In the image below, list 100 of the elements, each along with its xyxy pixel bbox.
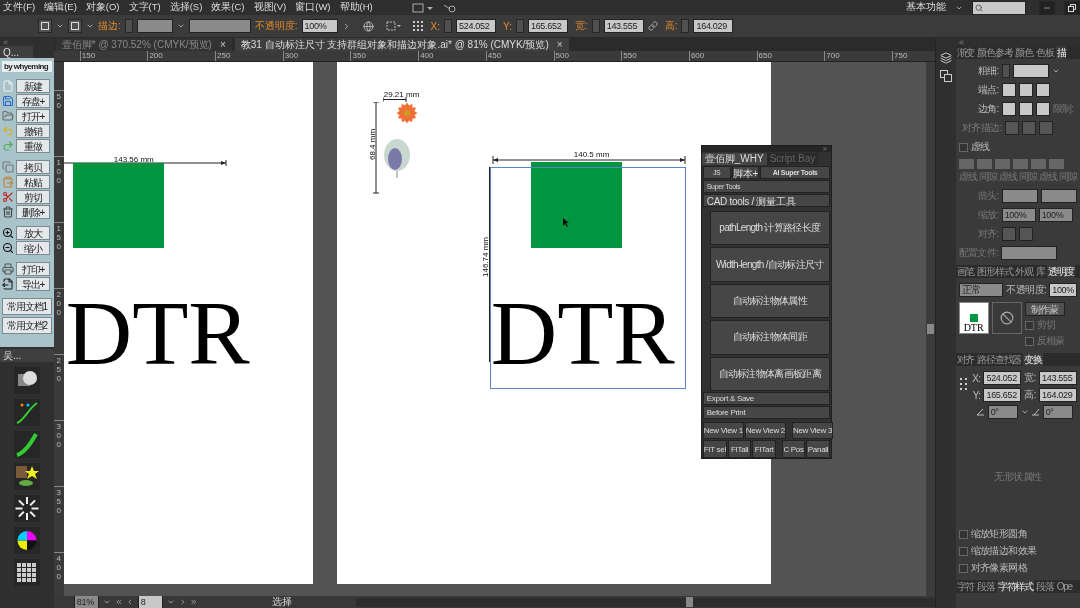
- vertical-scrollbar[interactable]: [925, 62, 935, 596]
- link-icon[interactable]: [647, 21, 658, 31]
- toolbar-button[interactable]: 撤销: [16, 124, 50, 138]
- opacity-field[interactable]: 100%: [1049, 283, 1077, 297]
- toolbar-button[interactable]: 删除+: [16, 205, 50, 219]
- fit-button[interactable]: C Pos: [781, 440, 806, 458]
- checkbox[interactable]: [958, 529, 968, 539]
- menu-item[interactable]: 帮助(H): [339, 1, 373, 14]
- layers-icon[interactable]: [939, 52, 952, 64]
- collapse-icon[interactable]: [2, 38, 9, 46]
- panel-tab[interactable]: 库: [1035, 265, 1046, 278]
- coordinate-field[interactable]: 164.029: [693, 19, 734, 33]
- tool-button[interactable]: Width-length /自动标注尺寸: [709, 247, 830, 282]
- variable-width-field[interactable]: [188, 19, 251, 33]
- stepper[interactable]: [681, 19, 690, 33]
- toolbar-button[interactable]: 导出+: [16, 277, 50, 291]
- menu-item[interactable]: 选择(S): [169, 1, 203, 14]
- toolbar-button[interactable]: 放大: [16, 226, 50, 240]
- panel-tab[interactable]: 外观: [1014, 265, 1035, 278]
- panel-tab[interactable]: 字符样式: [996, 580, 1035, 593]
- menu-item[interactable]: 编辑(E): [44, 1, 77, 14]
- toolbar-button[interactable]: 打印+: [16, 262, 50, 276]
- dash-field[interactable]: [1012, 159, 1028, 169]
- document-tab[interactable]: 壹佰脚* @ 370.52% (CMYK/预览) ×: [55, 38, 232, 51]
- workspace-switcher[interactable]: 基本功能: [906, 1, 946, 14]
- coordinate-field[interactable]: 524.052: [456, 19, 496, 33]
- burst-icon[interactable]: [13, 495, 40, 522]
- coordinate-field[interactable]: 143.555: [603, 19, 644, 33]
- dash-field[interactable]: [1030, 159, 1046, 169]
- dotted-curve-icon[interactable]: [13, 399, 40, 426]
- dash-field[interactable]: [994, 159, 1010, 169]
- transform-field[interactable]: 143.555: [1039, 371, 1077, 385]
- panel-tab[interactable]: 壹佰脚_WHY: [701, 153, 767, 165]
- tool-button[interactable]: 自动标注物体属性: [709, 283, 830, 319]
- panel-tab[interactable]: Ope: [1055, 580, 1073, 593]
- stepper[interactable]: [124, 19, 133, 33]
- menu-item[interactable]: 窗口(W): [295, 1, 331, 14]
- menu-item[interactable]: 对象(O): [85, 1, 120, 14]
- restore-button[interactable]: [1064, 0, 1080, 15]
- next-page-icon[interactable]: [178, 598, 187, 606]
- tool-button[interactable]: 自动标注物体离画板距离: [709, 356, 830, 392]
- stroke-weight-field[interactable]: [1012, 64, 1049, 78]
- panel-tab[interactable]: 路径查找器: [976, 353, 1023, 366]
- stroke-swatch[interactable]: [68, 19, 82, 33]
- panel-tab[interactable]: 字符: [955, 580, 976, 593]
- panel-tab[interactable]: 描: [1055, 46, 1067, 59]
- menu-item[interactable]: 效果(C): [211, 1, 245, 14]
- arrowhead-dropdown[interactable]: [1001, 189, 1038, 203]
- menu-item[interactable]: 文件(F): [3, 1, 36, 14]
- menu-item[interactable]: 视图(V): [253, 1, 287, 14]
- globe-icon[interactable]: [362, 20, 374, 32]
- dash-field[interactable]: [1048, 159, 1064, 169]
- miter-join-icon[interactable]: [1001, 102, 1016, 116]
- grid-icon[interactable]: [13, 559, 40, 586]
- panel-button[interactable]: 脚本+: [731, 166, 760, 179]
- checkbox[interactable]: [958, 563, 968, 573]
- scale-field[interactable]: 100%: [1038, 208, 1073, 222]
- toolbar-button[interactable]: 剪切: [16, 190, 50, 204]
- section-button[interactable]: CAD tools / 测量工具: [702, 194, 830, 207]
- fit-button[interactable]: FITall: [727, 440, 752, 458]
- align-outside-icon[interactable]: [1038, 121, 1053, 135]
- panel-tab[interactable]: 对齐: [955, 353, 976, 366]
- round-join-icon[interactable]: [1018, 102, 1033, 116]
- dash-field[interactable]: [976, 159, 992, 169]
- panel-tab[interactable]: 色板: [1035, 46, 1055, 59]
- panel-tab[interactable]: 段落: [976, 580, 996, 593]
- dash-field[interactable]: [958, 159, 974, 169]
- checkbox[interactable]: [958, 142, 968, 152]
- panel-tab[interactable]: 颜色: [1014, 46, 1035, 59]
- scale-field[interactable]: 100%: [1001, 208, 1036, 222]
- view-button[interactable]: New View 1: [702, 422, 744, 439]
- coordinate-field[interactable]: 165.652: [527, 19, 568, 33]
- previous-page-icon[interactable]: [126, 598, 134, 606]
- stepper[interactable]: [1001, 64, 1010, 78]
- document-tab[interactable]: 教31 自动标注尺寸 支持群组对象和描边对象.ai* @ 81% (CMYK/预览) ×: [234, 38, 569, 51]
- toolbar-button[interactable]: 粘贴: [16, 175, 50, 189]
- artboards-icon[interactable]: [939, 70, 952, 82]
- menu-item[interactable]: 文字(T): [128, 1, 161, 14]
- checkbox[interactable]: [1024, 336, 1034, 346]
- section-button[interactable]: Export & Save: [702, 392, 830, 405]
- blend-mode-dropdown[interactable]: 正常: [958, 283, 1004, 297]
- profile-dropdown[interactable]: [1001, 246, 1058, 260]
- panel-tab[interactable]: 渐变: [955, 46, 976, 59]
- color-wheel-icon[interactable]: [13, 527, 40, 554]
- toolbar-button[interactable]: 打开+: [16, 109, 50, 123]
- toolbar-button[interactable]: 新建: [16, 79, 50, 93]
- tool-button[interactable]: 自动标注物体间距: [709, 320, 830, 355]
- panel-tab[interactable]: 透明度: [1046, 265, 1076, 278]
- search-field[interactable]: [972, 0, 1026, 15]
- last-page-icon[interactable]: [190, 598, 198, 606]
- arrange-documents-icon[interactable]: [411, 2, 434, 13]
- round-cap-icon[interactable]: [1018, 83, 1033, 97]
- fit-button[interactable]: Panall: [806, 440, 830, 458]
- bevel-join-icon[interactable]: [1035, 102, 1050, 116]
- document-button[interactable]: 常用文档2: [2, 317, 52, 334]
- shear-field[interactable]: 0°: [1042, 405, 1073, 419]
- panel-tab[interactable]: 画笔: [955, 265, 976, 278]
- stepper[interactable]: [591, 19, 600, 33]
- square-cap-icon[interactable]: [1035, 83, 1050, 97]
- butt-cap-icon[interactable]: [1001, 83, 1016, 97]
